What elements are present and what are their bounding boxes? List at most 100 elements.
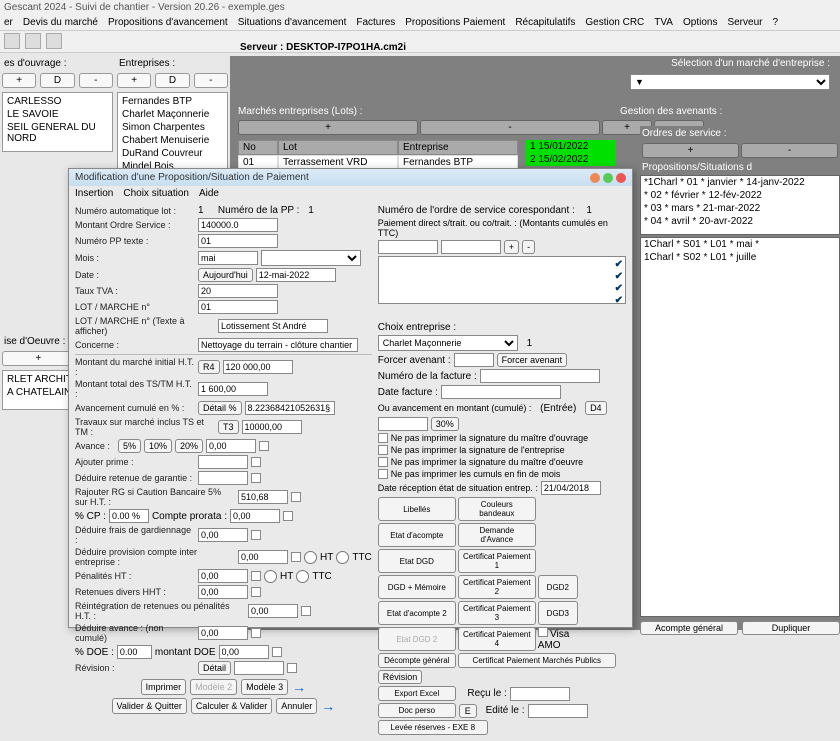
paiement-list[interactable]: ✔ ✔ ✔ ✔ (378, 256, 626, 304)
marche-select[interactable]: ▼ (630, 74, 830, 90)
min-icon[interactable] (590, 173, 600, 183)
revision-btn2[interactable]: Révision (378, 670, 423, 684)
pen-ht-input[interactable] (198, 569, 248, 583)
dgd-mem-btn[interactable]: DGD + Mémoire (378, 575, 456, 599)
avance-chk[interactable] (259, 441, 269, 451)
revision-input[interactable] (234, 661, 284, 675)
recu-input[interactable] (510, 687, 570, 701)
dgd3-btn[interactable]: DGD3 (538, 601, 578, 625)
trav-input[interactable] (242, 420, 302, 434)
menu-item[interactable]: Gestion CRC (585, 17, 644, 28)
num-fact-input[interactable] (480, 369, 600, 383)
ret-div-input[interactable] (198, 585, 248, 599)
export-excel-btn[interactable]: Export Excel (378, 686, 456, 701)
chk2[interactable] (378, 445, 388, 455)
pay-input2[interactable] (441, 240, 501, 254)
ou-av-input[interactable] (378, 417, 428, 431)
cp2-input[interactable] (230, 509, 280, 523)
ouvrage-d[interactable]: D (40, 73, 74, 88)
menu-item[interactable]: Situations d'avancement (238, 17, 347, 28)
ded-ret-chk[interactable] (251, 473, 261, 483)
cert2-btn[interactable]: Certificat Paiement 2 (458, 575, 536, 599)
couleurs-btn[interactable]: Couleurs bandeaux (458, 497, 536, 521)
reint-chk[interactable] (301, 606, 311, 616)
avenant-date[interactable]: 2 15/02/2022 (526, 153, 616, 166)
choix-ent-combo[interactable]: Charlet Maçonnerie (378, 335, 518, 351)
valider-quitter-btn[interactable]: Valider & Quitter (112, 698, 187, 714)
ouvrage-add[interactable]: + (2, 73, 36, 88)
avenant-date[interactable]: 1 15/01/2022 (526, 140, 616, 153)
ttc-radio[interactable] (336, 551, 349, 564)
menu-item[interactable]: Récapitulatifs (515, 17, 575, 28)
chk3[interactable] (378, 457, 388, 467)
thirty-btn[interactable]: 30% (431, 417, 459, 431)
menu-item[interactable]: Factures (356, 17, 395, 28)
close-icon[interactable] (616, 173, 626, 183)
tool-icon[interactable] (25, 33, 41, 49)
today-btn[interactable]: Aujourd'hui (198, 268, 253, 282)
acompte-btn[interactable]: Acompte général (640, 621, 738, 635)
mois-input[interactable] (198, 251, 258, 265)
decompte-gen-btn[interactable]: Décompte général (378, 653, 456, 668)
montant-os-input[interactable] (198, 218, 278, 232)
dlg-menu-item[interactable]: Aide (199, 188, 219, 199)
ht-radio2[interactable] (264, 570, 277, 583)
imprimer-btn[interactable]: Imprimer (141, 679, 187, 695)
pay-input1[interactable] (378, 240, 438, 254)
tva-input[interactable] (198, 284, 278, 298)
lots-del[interactable]: - (420, 120, 600, 135)
detail-pc-btn[interactable]: Détail % (198, 401, 242, 415)
p10-btn[interactable]: 10% (144, 439, 172, 453)
ouvrage-list[interactable]: CARLESSO LE SAVOIE SEIL GENERAL DU NORD (2, 92, 113, 152)
ordre-del[interactable]: - (741, 143, 838, 158)
ent-del[interactable]: - (194, 73, 228, 88)
menu-item[interactable]: Serveur (727, 17, 762, 28)
m-init-input[interactable] (223, 360, 293, 374)
tool-icon[interactable] (4, 33, 20, 49)
dgd2-btn[interactable]: DGD2 (538, 575, 578, 599)
cert1-btn[interactable]: Certificat Paiement 1 (458, 549, 536, 573)
etat-ac2-btn[interactable]: Etat d'acompte 2 (378, 601, 456, 625)
visa-chk[interactable] (538, 627, 548, 637)
ded-ret-input[interactable] (198, 471, 248, 485)
ht-radio[interactable] (304, 551, 317, 564)
etat-dgd2-btn[interactable]: Etat DGD 2 (378, 627, 456, 651)
num-pp-txt-input[interactable] (198, 234, 278, 248)
raj-rg-input[interactable] (238, 490, 288, 504)
detail-btn[interactable]: Détail (198, 661, 231, 675)
aj-prime-chk[interactable] (251, 457, 261, 467)
tool-icon[interactable] (46, 33, 62, 49)
ent-d[interactable]: D (155, 73, 189, 88)
ded-prov-chk[interactable] (291, 552, 301, 562)
t3-btn[interactable]: T3 (218, 420, 239, 434)
menu-item[interactable]: Devis du marché (23, 17, 98, 28)
revision-chk[interactable] (287, 663, 297, 673)
etat-dgd-btn[interactable]: Etat DGD (378, 549, 456, 573)
edite-input[interactable] (528, 704, 588, 718)
ordres-list[interactable]: *1Charl * 01 * janvier * 14-janv-2022 * … (640, 175, 840, 235)
menu-item[interactable]: Propositions Paiement (405, 17, 505, 28)
cert4-btn[interactable]: Certificat Paiement 4 (458, 627, 536, 651)
mois-combo[interactable] (261, 250, 361, 266)
chk4[interactable] (378, 469, 388, 479)
date-recep-input[interactable] (541, 481, 601, 495)
menu-item[interactable]: Options (683, 17, 717, 28)
r4-btn[interactable]: R4 (198, 360, 220, 374)
doe-chk[interactable] (272, 647, 282, 657)
date-input[interactable] (256, 268, 336, 282)
p20-btn[interactable]: 20% (175, 439, 203, 453)
oeuvre-add[interactable]: + (2, 351, 75, 366)
ttc-radio2[interactable] (296, 570, 309, 583)
doe-input[interactable] (117, 645, 152, 659)
doc-perso-btn[interactable]: Doc perso (378, 703, 456, 718)
forcer-av-btn[interactable]: Forcer avenant (497, 353, 568, 367)
chk1[interactable] (378, 433, 388, 443)
ded-prov-input[interactable] (238, 550, 288, 564)
doe2-input[interactable] (219, 645, 269, 659)
av-cum-input[interactable] (245, 401, 335, 415)
pay-del[interactable]: - (522, 240, 535, 254)
lots-add[interactable]: + (238, 120, 418, 135)
ded-frais-chk[interactable] (251, 530, 261, 540)
reint-input[interactable] (248, 604, 298, 618)
entreprises-list[interactable]: Fernandes BTP Charlet Maçonnerie Simon C… (117, 92, 228, 172)
